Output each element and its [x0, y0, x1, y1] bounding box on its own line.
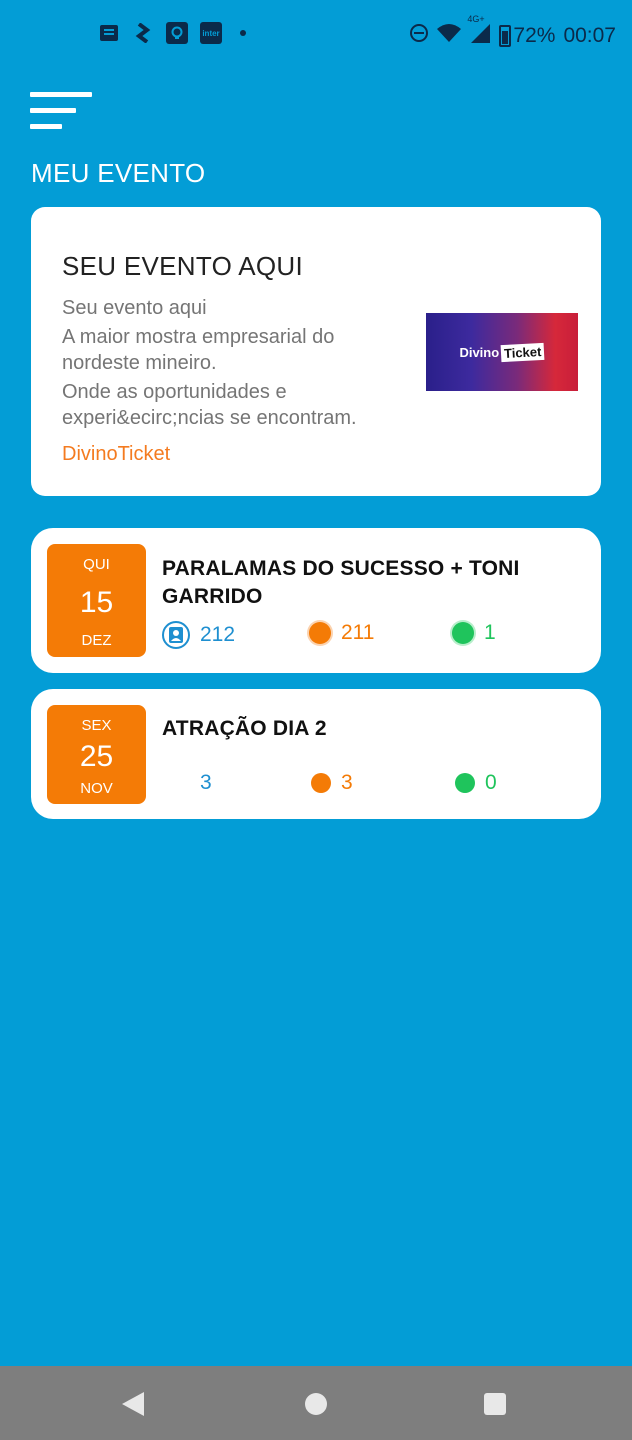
stat-total: 212 [162, 621, 235, 649]
menu-line [30, 92, 92, 97]
clock: 00:07 [563, 24, 616, 47]
date-month: NOV [80, 780, 113, 797]
date-badge: SEX 25 NOV [47, 705, 146, 804]
stat-total: 3 [178, 771, 212, 795]
recent-apps-icon[interactable] [484, 1393, 506, 1415]
show-card[interactable]: QUI 15 DEZ PARALAMAS DO SUCESSO + TONI G… [31, 528, 601, 673]
orange-dot-icon [309, 622, 331, 644]
signal-icon: 4G+ [467, 14, 491, 50]
date-badge: QUI 15 DEZ [47, 544, 146, 657]
green-dot-icon [452, 622, 474, 644]
show-title: ATRAÇÃO DIA 2 [162, 717, 327, 740]
ticket-holder-icon [162, 621, 190, 649]
stat-pending-value: 211 [341, 621, 375, 644]
battery-icon [499, 25, 512, 47]
event-description-line: A maior mostra empresarial do nordeste m… [62, 326, 335, 374]
dropbox-icon [132, 22, 154, 44]
menu-icon[interactable] [30, 90, 94, 134]
date-weekday: QUI [83, 556, 110, 573]
logo-text-2: Ticket [500, 342, 545, 362]
date-day: 15 [79, 586, 114, 619]
stat-checked: 0 [455, 771, 497, 795]
battery-level: 72% [513, 24, 556, 47]
system-nav-bar [0, 1366, 632, 1440]
stat-checked-value: 1 [484, 621, 496, 644]
network-type: 4G+ [467, 14, 485, 24]
event-brand-link[interactable]: DivinoTicket [62, 443, 170, 466]
stat-total-value: 3 [200, 771, 212, 794]
event-description-line: Seu evento aqui [62, 297, 207, 319]
status-bar: inter 4G+ 72% 00:07 [0, 0, 632, 70]
event-title: SEU EVENTO AQUI [62, 251, 303, 281]
stat-pending-value: 3 [341, 771, 353, 794]
stat-total-value: 212 [200, 623, 236, 646]
event-card[interactable]: SEU EVENTO AQUI Seu evento aqui A maior … [31, 207, 601, 496]
status-system: 4G+ 72% 00:07 [409, 14, 616, 50]
page-title: MEU EVENTO [31, 158, 206, 188]
stat-pending: 211 [309, 621, 374, 645]
inter-icon: inter [200, 22, 222, 44]
date-day: 25 [79, 740, 114, 773]
stat-checked-value: 0 [485, 771, 497, 794]
stat-pending: 3 [311, 771, 353, 795]
app-icon [166, 22, 188, 44]
event-description-line: Onde as oportunidades e experi&ecirc;nci… [62, 381, 357, 429]
menu-line [30, 108, 76, 113]
show-card[interactable]: SEX 25 NOV ATRAÇÃO DIA 2 3 3 0 [31, 689, 601, 819]
dot-icon [240, 30, 246, 36]
stat-checked: 1 [452, 621, 496, 645]
show-title: PARALAMAS DO SUCESSO + TONI GARRIDO [162, 557, 520, 608]
notification-icon [98, 22, 120, 44]
status-notifications: inter [98, 22, 246, 44]
back-icon[interactable] [122, 1392, 144, 1416]
menu-line [30, 124, 62, 129]
orange-dot-icon [311, 773, 331, 793]
home-icon[interactable] [305, 1393, 327, 1415]
dnd-icon [409, 23, 429, 49]
green-dot-icon [455, 773, 475, 793]
date-weekday: SEX [81, 717, 112, 734]
event-banner-image: Divino Ticket [426, 313, 578, 391]
date-month: DEZ [81, 632, 112, 649]
divinoticket-logo: Divino Ticket [459, 342, 545, 362]
event-description: Seu evento aqui A maior mostra empresari… [62, 295, 402, 434]
logo-text-1: Divino [459, 344, 500, 360]
wifi-icon [437, 23, 462, 49]
